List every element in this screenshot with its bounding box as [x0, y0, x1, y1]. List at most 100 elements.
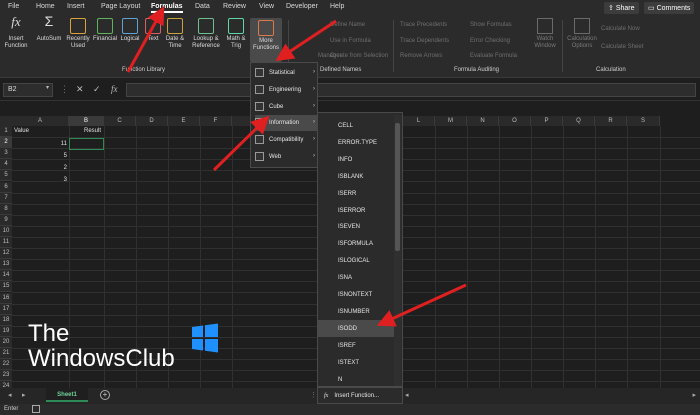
row-header-1[interactable]: 1: [0, 126, 12, 137]
function-item-info[interactable]: INFO: [318, 151, 394, 168]
row-header-18[interactable]: 18: [0, 314, 12, 326]
row-header-21[interactable]: 21: [0, 348, 12, 359]
function-item-istext[interactable]: ISTEXT: [318, 354, 394, 371]
tab-data[interactable]: Data: [195, 3, 210, 10]
select-all-corner[interactable]: [0, 116, 12, 126]
row-header-13[interactable]: 13: [0, 259, 12, 271]
macro-record-icon[interactable]: [32, 405, 40, 413]
remove-arrows-button[interactable]: Remove Arrows: [400, 53, 442, 59]
column-header-s[interactable]: S: [627, 116, 660, 126]
tab-home[interactable]: Home: [36, 3, 55, 10]
function-item-isna[interactable]: ISNA: [318, 269, 394, 286]
column-header-m[interactable]: M: [435, 116, 467, 126]
define-name-button[interactable]: Define Name: [330, 22, 365, 28]
tab-review[interactable]: Review: [223, 3, 246, 10]
row-header-20[interactable]: 20: [0, 336, 12, 348]
row-header-19[interactable]: 19: [0, 325, 12, 337]
function-item-isodd[interactable]: ISODD: [318, 319, 394, 337]
name-manager-button[interactable]: Manager: [318, 53, 342, 59]
function-item-cell[interactable]: CELL: [318, 117, 394, 134]
date-time-button[interactable]: Date & Time: [163, 18, 187, 50]
row-header-23[interactable]: 23: [0, 370, 12, 382]
function-item-iseven[interactable]: ISEVEN: [318, 218, 394, 235]
function-item-isnumber[interactable]: ISNUMBER: [318, 303, 394, 320]
function-item-n[interactable]: N: [318, 371, 394, 388]
menu-item-engineering[interactable]: Engineering ›: [255, 82, 317, 98]
enter-check-icon[interactable]: ✓: [93, 84, 101, 95]
tab-page-layout[interactable]: Page Layout: [101, 3, 140, 10]
row-header-9[interactable]: 9: [0, 214, 12, 226]
function-item-isref[interactable]: ISREF: [318, 337, 394, 354]
tab-developer[interactable]: Developer: [286, 3, 318, 10]
tab-help[interactable]: Help: [330, 3, 344, 10]
row-header-15[interactable]: 15: [0, 281, 12, 293]
active-cell-b2[interactable]: [69, 138, 104, 150]
watch-window-button[interactable]: Watch Window: [531, 18, 559, 50]
row-header-2[interactable]: 2: [0, 137, 12, 149]
cell-a1[interactable]: Value: [14, 128, 29, 134]
sheet-tab-sheet1[interactable]: Sheet1: [46, 388, 88, 402]
row-header-11[interactable]: 11: [0, 237, 12, 248]
menu-item-statistical[interactable]: Statistical ›: [255, 65, 317, 81]
column-header-n[interactable]: N: [467, 116, 499, 126]
cell-a3[interactable]: 5: [14, 153, 67, 159]
text-button[interactable]: Text: [143, 18, 163, 43]
menu-item-compatibility[interactable]: Compatibility ›: [255, 132, 317, 148]
add-sheet-icon[interactable]: +: [100, 390, 110, 400]
cell-b1[interactable]: Result: [71, 128, 101, 134]
trace-precedents-button[interactable]: Trace Precedents: [400, 22, 447, 28]
use-in-formula-button[interactable]: Use in Formula: [330, 38, 371, 44]
row-header-5[interactable]: 5: [0, 170, 12, 182]
recently-used-button[interactable]: Recently Used: [64, 18, 92, 50]
formula-input[interactable]: [126, 83, 696, 97]
row-header-4[interactable]: 4: [0, 159, 12, 171]
column-header-r[interactable]: R: [595, 116, 627, 126]
column-header-a[interactable]: A: [12, 116, 69, 126]
calculate-now-button[interactable]: Calculate Now: [601, 26, 640, 32]
column-header-q[interactable]: Q: [563, 116, 595, 126]
column-header-f[interactable]: F: [200, 116, 232, 126]
row-header-8[interactable]: 8: [0, 203, 12, 215]
column-header-e[interactable]: E: [168, 116, 200, 126]
cell-a2[interactable]: 11: [14, 141, 67, 147]
fx-button[interactable]: fx: [111, 84, 118, 94]
column-header-d[interactable]: D: [136, 116, 168, 126]
row-header-7[interactable]: 7: [0, 192, 12, 204]
row-header-6[interactable]: 6: [0, 181, 12, 193]
insert-function-menu-item[interactable]: fx Insert Function...: [317, 387, 403, 404]
row-header-16[interactable]: 16: [0, 292, 12, 304]
tab-file[interactable]: File: [8, 3, 19, 10]
row-header-10[interactable]: 10: [0, 225, 12, 237]
menu-item-information[interactable]: Information ›: [255, 115, 317, 131]
math-trig-button[interactable]: Math & Trig: [224, 18, 248, 50]
logical-button[interactable]: Logical: [119, 18, 141, 43]
function-item-iserr[interactable]: ISERR: [318, 185, 394, 202]
row-header-22[interactable]: 22: [0, 359, 12, 371]
show-formulas-button[interactable]: Show Formulas: [470, 22, 512, 28]
column-header-c[interactable]: C: [104, 116, 136, 126]
column-header-b[interactable]: B: [69, 116, 104, 126]
calculate-sheet-button[interactable]: Calculate Sheet: [601, 44, 643, 50]
row-header-3[interactable]: 3: [0, 148, 12, 160]
scrollbar-thumb[interactable]: [395, 123, 400, 251]
error-checking-button[interactable]: Error Checking: [470, 38, 510, 44]
function-item-isformula[interactable]: ISFORMULA: [318, 235, 394, 252]
cell-a4[interactable]: 2: [14, 165, 67, 171]
horizontal-scroll-area[interactable]: ◂ ▸: [403, 388, 700, 404]
tab-formulas[interactable]: Formulas: [151, 3, 183, 13]
row-header-17[interactable]: 17: [0, 303, 12, 315]
autosum-button[interactable]: Σ AutoSum: [35, 14, 63, 43]
lookup-reference-button[interactable]: Lookup & Reference: [189, 18, 223, 50]
function-item-isblank[interactable]: ISBLANK: [318, 168, 394, 185]
scroll-left-icon[interactable]: ◂: [405, 391, 409, 399]
column-header-l[interactable]: L: [403, 116, 435, 126]
scroll-right-icon[interactable]: ▸: [22, 391, 26, 399]
row-header-14[interactable]: 14: [0, 270, 12, 282]
menu-item-web[interactable]: Web ›: [255, 149, 317, 165]
menu-item-cube[interactable]: Cube ›: [255, 99, 317, 115]
cell-a5[interactable]: 3: [14, 177, 67, 183]
more-functions-button[interactable]: More Functions: [250, 18, 282, 62]
evaluate-formula-button[interactable]: Evaluate Formula: [470, 53, 517, 59]
menu-scrollbar[interactable]: [394, 115, 401, 386]
function-item-islogical[interactable]: ISLOGICAL: [318, 252, 394, 269]
